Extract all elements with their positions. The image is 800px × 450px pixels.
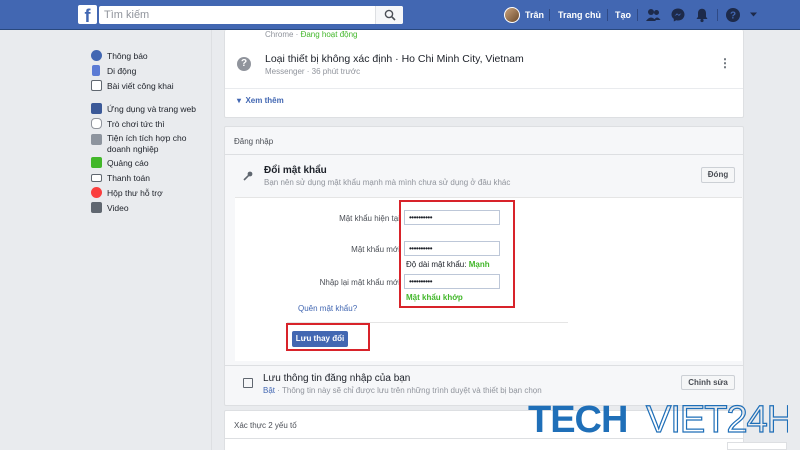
home-link[interactable]: Trang chủ (558, 10, 601, 20)
see-more-label: Xem thêm (245, 96, 284, 105)
sidebar-item-label: Di động (107, 65, 137, 76)
change-password-title: Đổi mật khẩu (264, 165, 327, 176)
profile-link[interactable]: Trân (504, 6, 544, 24)
sidebar-item-label: Thanh toán (107, 172, 151, 183)
sidebar-item-label: Video (107, 202, 129, 213)
profile-name: Trân (525, 10, 545, 20)
business-icon (91, 134, 102, 145)
techviet24h-watermark-logo: TECH VIET24H (528, 398, 788, 438)
saved-login-icon (243, 378, 253, 388)
globe-icon (91, 50, 102, 61)
login-card: Đăng nhập Đổi mật khẩu Bạn nên sử dụng m… (224, 126, 744, 406)
new-password-label: Mật khẩu mới (351, 245, 400, 254)
apps-icon (91, 103, 102, 114)
sidebar-item-support-inbox[interactable]: Hộp thư hỗ trợ (91, 185, 211, 200)
close-button[interactable]: Đóng (701, 167, 735, 183)
password-fields-highlight (399, 200, 515, 308)
sidebar-item-public-posts[interactable]: Bài viết công khai (91, 78, 211, 93)
friend-requests-icon[interactable] (645, 7, 661, 23)
sidebar-item-label: Thông báo (107, 50, 148, 61)
notifications-icon[interactable] (694, 7, 710, 23)
session-subtitle: Messenger · 36 phút trước (265, 67, 361, 76)
sidebar-item-mobile[interactable]: Di động (91, 63, 211, 78)
save-login-title: Lưu thông tin đăng nhập của bạn (263, 373, 411, 384)
section-title: Xác thực 2 yếu tố (234, 421, 297, 430)
search-icon (384, 9, 396, 21)
sidebar-item-label: Tiện ích tích hợp cho doanh nghiệp (107, 133, 187, 154)
help-icon[interactable]: ? (725, 7, 741, 23)
support-icon (91, 187, 102, 198)
account-menu-icon[interactable] (749, 10, 758, 19)
svg-text:?: ? (730, 11, 736, 22)
watermark-text-primary: TECH (528, 399, 627, 438)
sidebar-item-apps[interactable]: Ứng dụng và trang web (91, 101, 211, 116)
session-device: Chrome · (265, 30, 301, 39)
settings-sidebar: Thông báo Di động Bài viết công khai Ứng… (91, 48, 211, 215)
session-title: Loại thiết bị không xác định · Ho Chi Mi… (265, 53, 524, 65)
sessions-card: Chrome · Đang hoạt động ? Loại thiết bị … (224, 30, 744, 118)
change-password-subtitle: Bạn nên sử dụng mật khẩu mạnh mà mình ch… (264, 178, 511, 187)
sidebar-item-notifications[interactable]: Thông báo (91, 48, 211, 63)
nav-divider (607, 9, 608, 21)
avatar (504, 7, 520, 23)
ads-icon (91, 157, 102, 168)
key-icon (243, 171, 253, 181)
sidebar-item-label: Hộp thư hỗ trợ (107, 187, 163, 198)
section-title: Đăng nhập (234, 137, 274, 146)
divider (225, 154, 743, 155)
facebook-logo[interactable]: f (78, 5, 97, 24)
rss-icon (91, 80, 102, 91)
sidebar-item-business-integrations[interactable]: Tiện ích tích hợp cho doanh nghiệp (91, 131, 211, 155)
nav-divider (717, 9, 718, 21)
divider (225, 438, 743, 439)
current-password-label: Mật khẩu hiện tại (339, 214, 400, 223)
edit-button[interactable]: Chỉnh sửa (681, 375, 735, 390)
divider (225, 365, 743, 366)
search-input[interactable] (99, 6, 369, 24)
sidebar-item-label: Quảng cáo (107, 157, 149, 168)
video-icon (91, 202, 102, 213)
session-status: Đang hoạt động (300, 30, 358, 39)
search-box (99, 6, 403, 24)
card-icon (91, 173, 102, 182)
sidebar-item-payments[interactable]: Thanh toán (91, 170, 211, 185)
save-login-description: · Thông tin này sẽ chỉ được lưu trên nhữ… (275, 386, 542, 395)
partial-button (727, 442, 787, 450)
mobile-icon (92, 65, 100, 76)
messenger-icon[interactable] (670, 7, 686, 23)
watermark-text-secondary: VIET24H (646, 399, 788, 438)
sidebar-item-label: Trò chơi tức thì (107, 118, 165, 129)
see-more-link[interactable]: ▾ Xem thêm (237, 96, 284, 105)
search-button[interactable] (375, 6, 403, 24)
session-options-icon[interactable]: ⋮ (719, 56, 731, 70)
previous-session-partial: Chrome · Đang hoạt động (265, 30, 358, 39)
nav-divider (549, 9, 550, 21)
create-link[interactable]: Tạo (615, 10, 631, 20)
unknown-device-icon: ? (237, 57, 251, 71)
sidebar-item-label: Ứng dụng và trang web (107, 103, 197, 114)
nav-divider (637, 9, 638, 21)
content-divider (211, 30, 212, 450)
game-icon (91, 118, 102, 129)
divider (225, 88, 743, 89)
sidebar-item-label: Bài viết công khai (107, 80, 174, 91)
save-login-status: Bật (263, 386, 276, 395)
top-navigation-bar: f Trân Trang chủ Tạo ? (0, 0, 800, 30)
save-login-subtitle: Bật · Thông tin này sẽ chỉ được lưu trên… (263, 386, 542, 395)
forgot-password-link[interactable]: Quên mật khẩu? (298, 304, 357, 313)
save-button-highlight (286, 323, 370, 351)
sidebar-item-instant-games[interactable]: Trò chơi tức thì (91, 116, 211, 131)
confirm-password-label: Nhập lại mật khẩu mới (319, 278, 400, 287)
sidebar-item-video[interactable]: Video (91, 200, 211, 215)
sidebar-item-ads[interactable]: Quảng cáo (91, 155, 211, 170)
